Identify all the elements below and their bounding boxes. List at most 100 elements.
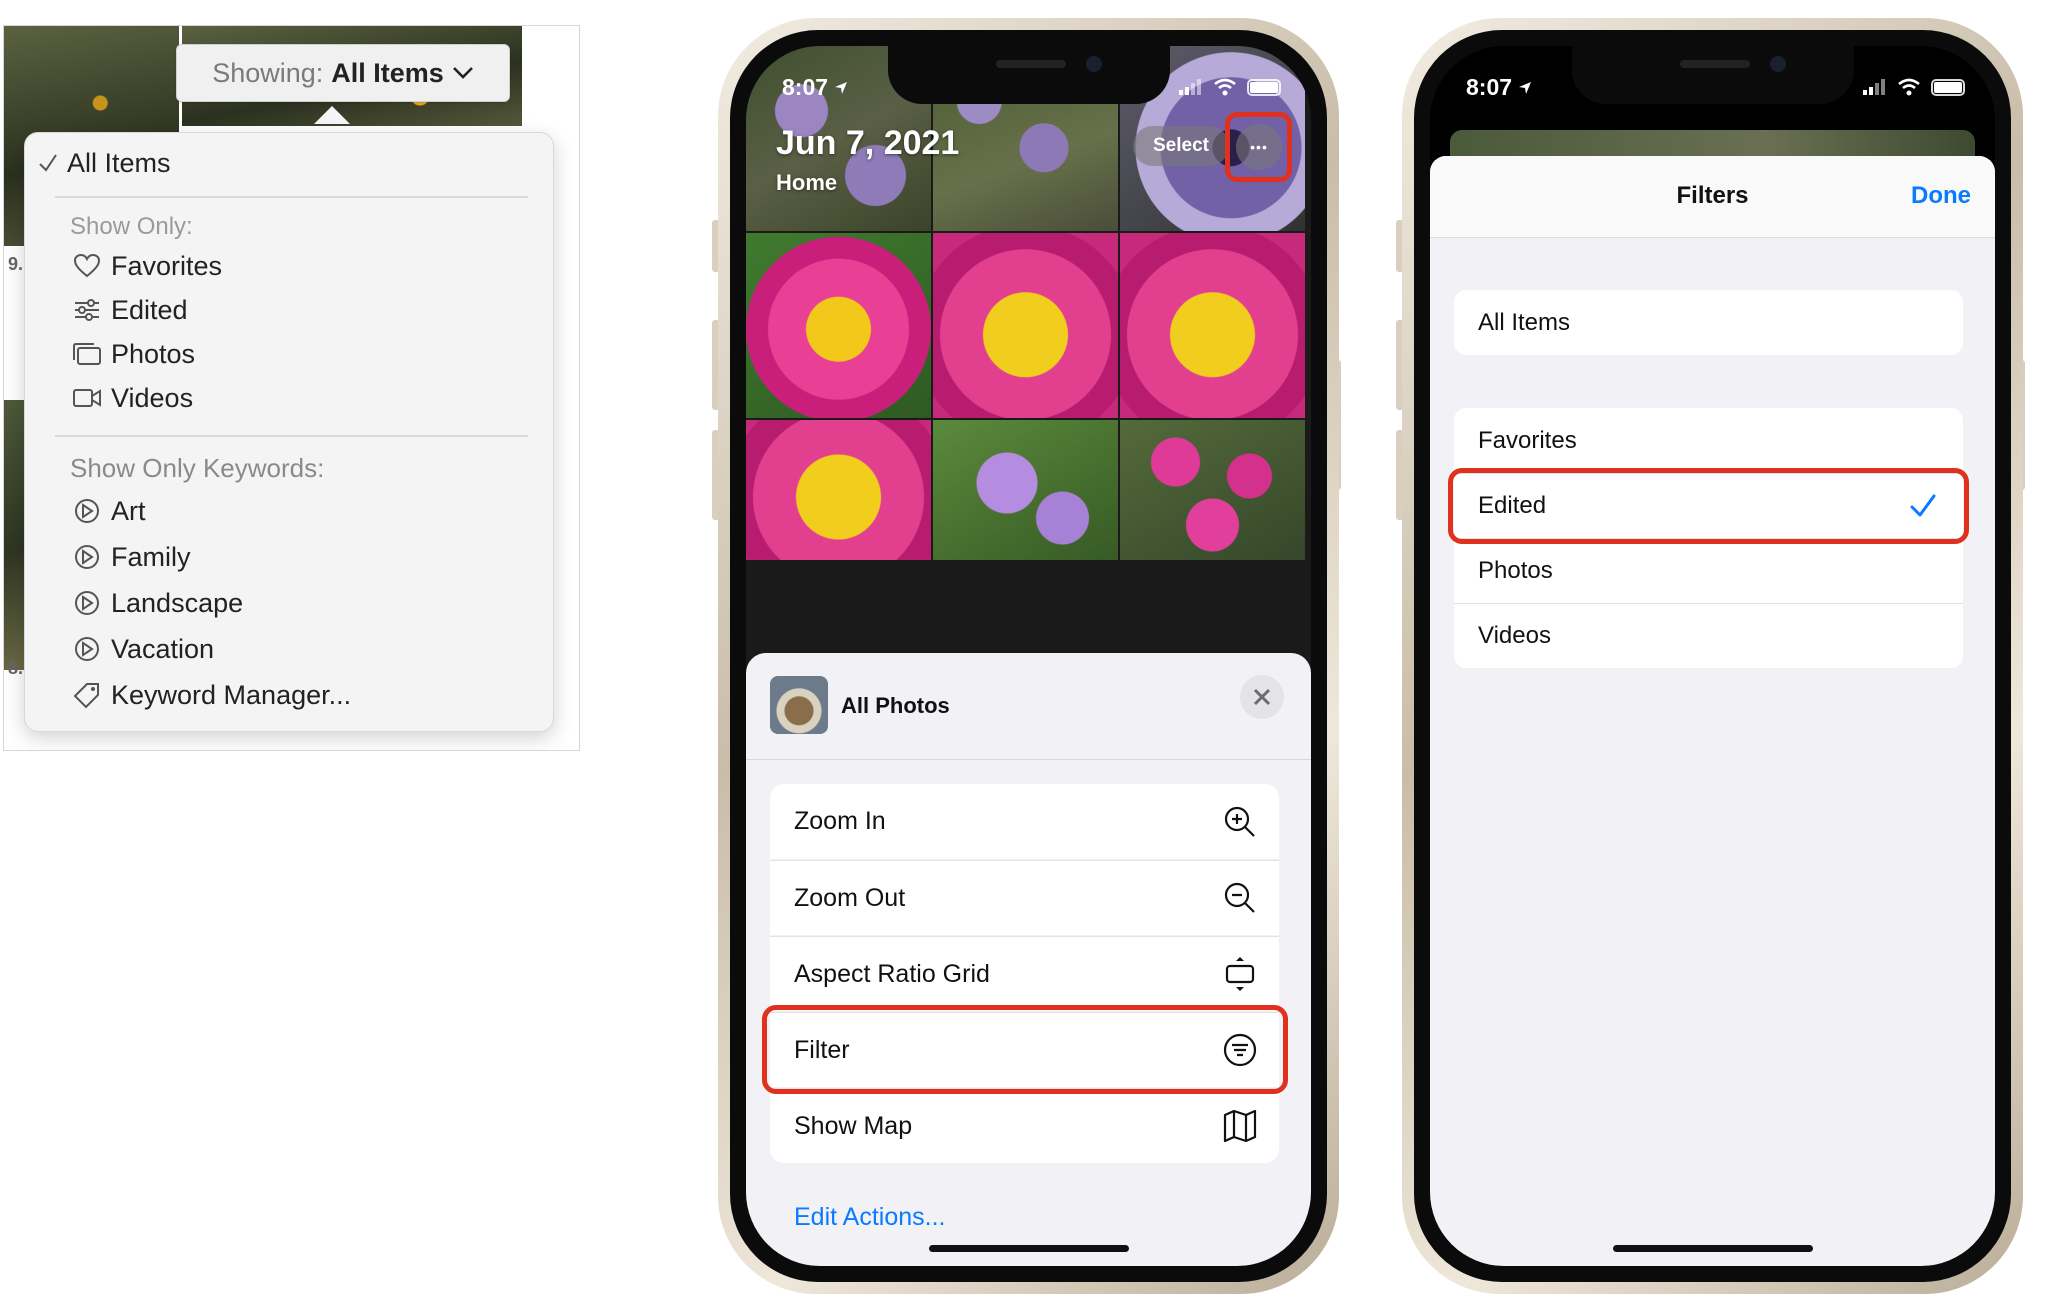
menu-item-keyword-art[interactable]: Art — [25, 489, 553, 533]
filters-sheet: Filters Done All Items Favorites Edited … — [1430, 156, 1995, 1266]
checkmark-icon — [33, 148, 63, 178]
menu-pointer — [314, 106, 350, 124]
menu-separator — [55, 435, 528, 437]
menu-item-label: Keyword Manager... — [111, 679, 352, 710]
action-zoom-out[interactable]: Zoom Out — [770, 860, 1279, 935]
action-aspect-ratio-grid[interactable]: Aspect Ratio Grid — [770, 936, 1279, 1011]
map-icon — [1223, 1109, 1257, 1143]
menu-item-label: Favorites — [111, 250, 223, 281]
location-arrow-icon — [1519, 82, 1532, 94]
close-button[interactable] — [1240, 675, 1284, 719]
status-time: 8:07 — [1466, 74, 1532, 101]
done-button[interactable]: Done — [1911, 182, 1971, 210]
phone-bezel: 8:07 Jun 7, 2021 Home Select ••• All Pho… — [730, 30, 1327, 1282]
keyword-icon — [72, 634, 102, 664]
phone-notch — [887, 46, 1170, 104]
show-only-header: Show Only: — [70, 213, 193, 240]
menu-item-keyword-vacation[interactable]: Vacation — [25, 627, 553, 671]
menu-item-label: Videos — [111, 382, 194, 413]
sheet-title: All Photos — [841, 693, 950, 718]
menu-item-label: Family — [111, 541, 191, 572]
menu-item-favorites[interactable]: Favorites — [25, 244, 553, 288]
menu-item-videos[interactable]: Videos — [25, 376, 553, 420]
menu-item-label: Landscape — [111, 587, 244, 618]
action-zoom-in[interactable]: Zoom In — [770, 784, 1279, 859]
menu-item-keyword-family[interactable]: Family — [25, 535, 553, 579]
photo-thumbnail[interactable] — [1120, 233, 1305, 418]
date-title: Jun 7, 2021 — [776, 124, 960, 162]
status-icons — [1863, 78, 1965, 96]
photo-thumbnail[interactable] — [933, 420, 1118, 560]
menu-item-photos[interactable]: Photos — [25, 332, 553, 376]
photo-thumbnail[interactable] — [4, 400, 26, 670]
keyword-icon — [72, 588, 102, 618]
showing-value: All Items — [331, 57, 444, 88]
cellular-signal-icon — [1863, 79, 1885, 95]
edit-actions-link[interactable]: Edit Actions... — [794, 1203, 945, 1232]
status-icons — [1179, 78, 1281, 96]
action-show-map[interactable]: Show Map — [770, 1088, 1279, 1163]
menu-item-label: Art — [111, 495, 146, 526]
highlight-box — [1225, 112, 1292, 182]
action-label: Zoom Out — [794, 883, 906, 912]
chevron-down-icon — [452, 67, 473, 79]
filter-videos[interactable]: Videos — [1454, 603, 1963, 668]
highlight-box — [1448, 468, 1969, 544]
filter-label: All Items — [1478, 308, 1571, 336]
mac-photos-window: 9. 8. Showing: All Items All Items Show … — [3, 25, 580, 751]
photo-thumbnail[interactable] — [746, 233, 931, 418]
menu-item-keyword-landscape[interactable]: Landscape — [25, 581, 553, 625]
photo-thumbnail[interactable] — [746, 420, 931, 560]
showing-filter-button[interactable]: Showing: All Items — [176, 44, 510, 102]
filter-photos[interactable]: Photos — [1454, 538, 1963, 603]
action-label: Show Map — [794, 1111, 913, 1140]
photos-stack-icon — [72, 339, 102, 369]
photo-index-label: 9. — [8, 254, 24, 274]
cellular-signal-icon — [1179, 79, 1201, 95]
highlight-box — [762, 1005, 1288, 1094]
zoom-in-icon — [1224, 806, 1255, 837]
tag-icon — [72, 680, 102, 710]
iphone-frame: 8:07 Filters Done All Items Favorites Ed… — [1402, 18, 2023, 1294]
photo-thumbnail[interactable] — [933, 233, 1118, 418]
status-time: 8:07 — [782, 74, 848, 101]
sheet-divider — [746, 759, 1311, 760]
photos-screen: 8:07 Jun 7, 2021 Home Select ••• All Pho… — [746, 46, 1311, 1266]
menu-item-label: Vacation — [111, 633, 215, 664]
sliders-icon — [72, 295, 102, 325]
showing-label: Showing: — [212, 57, 324, 88]
menu-item-all-items[interactable]: All Items — [25, 141, 553, 185]
filter-all-items[interactable]: All Items — [1454, 290, 1963, 355]
photo-index-label: 8. — [8, 658, 24, 678]
menu-separator — [55, 196, 528, 198]
select-button[interactable]: Select — [1133, 126, 1229, 166]
home-indicator — [928, 1245, 1129, 1252]
aspect-ratio-icon — [1225, 957, 1255, 991]
menu-item-label: All Items — [67, 147, 171, 178]
menu-item-edited[interactable]: Edited — [25, 288, 553, 332]
close-icon — [1253, 688, 1271, 706]
menu-item-label: Photos — [111, 338, 196, 369]
photo-thumbnail[interactable] — [1120, 420, 1305, 560]
album-thumbnail — [770, 676, 828, 734]
filter-favorites[interactable]: Favorites — [1454, 408, 1963, 473]
battery-icon — [1931, 78, 1965, 96]
keywords-header: Show Only Keywords: — [70, 453, 325, 483]
filters-screen: 8:07 Filters Done All Items Favorites Ed… — [1430, 46, 1995, 1266]
heart-icon — [72, 251, 102, 281]
filter-menu: All Items Show Only: Favorites Edited Ph… — [24, 132, 554, 732]
battery-icon — [1247, 78, 1281, 96]
filter-label: Videos — [1478, 622, 1551, 649]
phone-bezel: 8:07 Filters Done All Items Favorites Ed… — [1414, 30, 2011, 1282]
video-camera-icon — [72, 383, 102, 413]
home-indicator — [1612, 1245, 1813, 1252]
location-subtitle: Home — [776, 170, 838, 195]
location-arrow-icon — [835, 82, 848, 94]
zoom-out-icon — [1224, 882, 1255, 913]
action-label: Zoom In — [794, 807, 886, 835]
action-label: Aspect Ratio Grid — [794, 959, 990, 988]
phone-notch — [1571, 46, 1854, 104]
menu-item-keyword-manager[interactable]: Keyword Manager... — [25, 673, 553, 717]
iphone-frame: 8:07 Jun 7, 2021 Home Select ••• All Pho… — [718, 18, 1339, 1294]
filter-label: Photos — [1478, 557, 1553, 584]
